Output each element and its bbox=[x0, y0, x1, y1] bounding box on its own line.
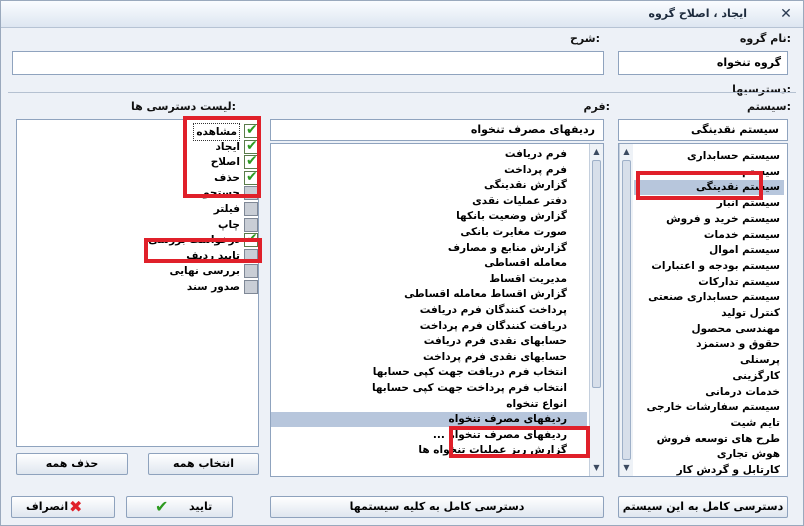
form-list-item[interactable]: حسابهای نقدی فرم پرداخت bbox=[271, 350, 587, 365]
system-selected-field[interactable]: سیستم نقدینگی bbox=[618, 119, 788, 141]
window-title: ایجاد ، اصلاح گروه bbox=[648, 7, 747, 20]
select-all-button[interactable]: انتخاب همه bbox=[148, 453, 259, 475]
form-list-item[interactable]: دریافت کنندگان فرم پرداخت bbox=[271, 319, 587, 334]
group-name-label: نام گروه: bbox=[739, 32, 791, 45]
form-list-item[interactable]: انتخاب فرم دریافت جهت کپی حسابها bbox=[271, 365, 587, 380]
permission-label: صدور سند bbox=[186, 281, 240, 293]
scroll-down-icon[interactable]: ▼ bbox=[620, 462, 633, 474]
form-list-item[interactable]: معامله اقساطی bbox=[271, 256, 587, 271]
form-list-scrollbar[interactable]: ▲ ▼ bbox=[589, 144, 603, 476]
edit-group-dialog: ایجاد ، اصلاح گروه ✕ نام گروه: گروه تنخو… bbox=[0, 0, 804, 526]
system-list-item[interactable]: مهندسی محصول bbox=[634, 322, 784, 337]
unchecked-checkbox[interactable] bbox=[244, 280, 258, 294]
cancel-button[interactable]: ✖ انصراف bbox=[11, 496, 115, 518]
title-bar: ایجاد ، اصلاح گروه ✕ bbox=[1, 1, 803, 28]
form-list-item[interactable]: گزارش وضعیت بانکها bbox=[271, 209, 587, 224]
highlight-crud-permissions bbox=[183, 116, 261, 198]
highlight-review-permission bbox=[144, 238, 262, 263]
unchecked-checkbox[interactable] bbox=[244, 202, 258, 216]
system-list-scrollbar[interactable]: ▲ ▼ bbox=[619, 144, 633, 476]
description-label: شرح: bbox=[570, 32, 600, 45]
scroll-up-icon[interactable]: ▲ bbox=[590, 146, 603, 158]
system-list-item[interactable]: تایم شیت bbox=[634, 416, 784, 431]
highlight-form-selection bbox=[449, 426, 590, 458]
form-list-item[interactable]: دفتر عملیات نقدی bbox=[271, 194, 587, 209]
check-icon: ✔ bbox=[155, 497, 169, 516]
system-list-item[interactable]: سیستم سفارشات خارجی bbox=[634, 400, 784, 415]
scroll-up-icon[interactable]: ▲ bbox=[620, 146, 633, 158]
permission-row[interactable]: صدور سند bbox=[22, 279, 258, 295]
form-list-item[interactable]: مدیریت اقساط bbox=[271, 272, 587, 287]
permission-row[interactable]: فیلتر bbox=[22, 201, 258, 217]
group-name-field[interactable]: گروه تنخواه bbox=[618, 51, 788, 75]
permission-label: فیلتر bbox=[213, 203, 240, 215]
confirm-label: تایید bbox=[189, 500, 213, 513]
system-list-item[interactable]: سیستم حسابداری صنعتی bbox=[634, 290, 784, 305]
full-access-this-system-button[interactable]: دسترسی کامل به این سیستم bbox=[618, 496, 788, 518]
form-list-item[interactable]: انتخاب فرم پرداخت جهت کپی حسابها bbox=[271, 381, 587, 396]
permission-list-label: لیست دسترسی ها: bbox=[130, 100, 236, 113]
scroll-thumb[interactable] bbox=[622, 160, 631, 460]
cancel-icon: ✖ bbox=[69, 497, 83, 516]
form-list-item[interactable]: گزارش نقدینگی bbox=[271, 178, 587, 193]
form-list-item[interactable]: فرم دریافت bbox=[271, 147, 587, 162]
permission-label: چاپ bbox=[217, 218, 240, 231]
description-field[interactable] bbox=[12, 51, 604, 75]
unchecked-checkbox[interactable] bbox=[244, 217, 258, 232]
scroll-thumb[interactable] bbox=[592, 160, 601, 388]
system-list-item[interactable]: سیستم خدمات bbox=[634, 228, 784, 243]
system-list-item[interactable]: خدمات درمانی bbox=[634, 385, 784, 400]
form-list-item[interactable]: حسابهای نقدی فرم دریافت bbox=[271, 334, 587, 349]
form-list-item[interactable]: صورت مغایرت بانکی bbox=[271, 225, 587, 240]
system-list-item[interactable]: کارگزینی bbox=[634, 369, 784, 384]
cancel-label: انصراف bbox=[26, 500, 69, 513]
remove-all-button[interactable]: حذف همه bbox=[16, 453, 128, 475]
system-list-item[interactable]: کارتابل و گردش کار bbox=[634, 463, 784, 476]
system-label: سیستم: bbox=[746, 100, 791, 113]
system-list-item[interactable]: پرسنلی bbox=[634, 353, 784, 368]
form-selected-field[interactable]: ردیفهای مصرف تنخواه bbox=[270, 119, 604, 141]
system-list-item[interactable]: حقوق و دستمزد bbox=[634, 337, 784, 352]
unchecked-checkbox[interactable] bbox=[244, 264, 258, 279]
permission-label: بررسی نهایی bbox=[169, 265, 240, 278]
section-divider bbox=[8, 92, 796, 93]
form-label: فرم: bbox=[583, 100, 610, 113]
highlight-system-selection bbox=[636, 171, 763, 200]
access-section-label: دسترسیها: bbox=[732, 83, 791, 96]
full-access-all-systems-button[interactable]: دسترسی کامل به کلیه سیستمها bbox=[270, 496, 604, 518]
form-list-item[interactable]: فرم پرداخت bbox=[271, 163, 587, 178]
system-list-item[interactable]: سیستم تدارکات bbox=[634, 275, 784, 290]
permission-row[interactable]: چاپ bbox=[22, 217, 258, 233]
permission-row[interactable]: بررسی نهایی bbox=[22, 263, 258, 279]
system-list-item[interactable]: هوش تجاری bbox=[634, 447, 784, 462]
form-list-item[interactable]: پرداخت کنندگان فرم دریافت bbox=[271, 303, 587, 318]
form-list-item[interactable]: گزارش اقساط معامله اقساطی bbox=[271, 287, 587, 302]
system-list-item[interactable]: کنترل تولید bbox=[634, 306, 784, 321]
system-list-item[interactable]: سیستم خرید و فروش bbox=[634, 212, 784, 227]
system-list-item[interactable]: طرح های توسعه فروش bbox=[634, 432, 784, 447]
scroll-down-icon[interactable]: ▼ bbox=[590, 462, 603, 474]
system-list-item[interactable]: سیستم حسابداری bbox=[634, 149, 784, 164]
system-list-item[interactable]: سیستم اموال bbox=[634, 243, 784, 258]
system-list-item[interactable]: سیستم بودجه و اعتبارات bbox=[634, 259, 784, 274]
form-list-item[interactable]: انواع تنخواه bbox=[271, 397, 587, 412]
form-list-item[interactable]: ردیفهای مصرف تنخواه bbox=[271, 412, 587, 428]
confirm-button[interactable]: ✔ تایید bbox=[126, 496, 233, 518]
form-list-item[interactable]: گزارش منابع و مصارف bbox=[271, 241, 587, 256]
close-icon[interactable]: ✕ bbox=[777, 5, 795, 23]
